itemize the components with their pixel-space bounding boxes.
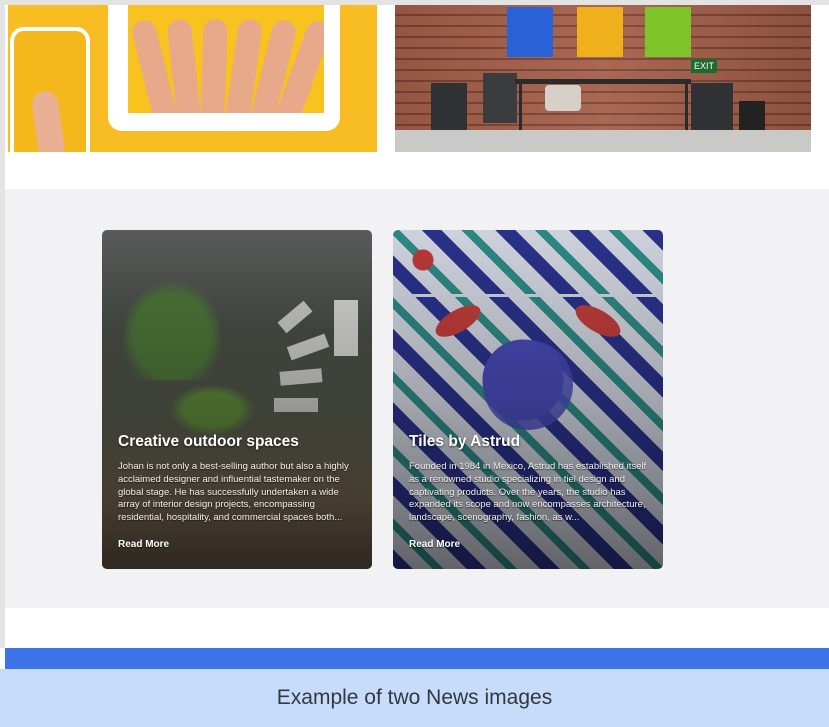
read-more-link[interactable]: Read More	[409, 539, 460, 550]
news-section: Creative outdoor spaces Johan is not onl…	[5, 189, 829, 608]
card-title: Creative outdoor spaces	[118, 433, 299, 450]
card-excerpt: Johan is not only a best-selling author …	[118, 461, 349, 524]
card-excerpt: Founded in 1984 in Mexico, Astrud has es…	[409, 461, 647, 524]
banner-image-office: EXIT	[395, 5, 811, 152]
cabinet-mid	[483, 73, 517, 123]
exit-sign: EXIT	[691, 59, 717, 73]
phone-illustration	[10, 27, 90, 152]
poster-blue	[507, 7, 553, 57]
desk	[515, 79, 691, 84]
page-frame: EXIT Creative outdoor spaces Johan is no…	[0, 0, 829, 648]
floor	[395, 130, 811, 152]
caption-bar: Example of two News images	[0, 669, 829, 727]
poster-yellow	[577, 7, 623, 57]
read-more-link[interactable]: Read More	[118, 539, 169, 550]
banner-image-hands	[8, 5, 377, 152]
news-card[interactable]: Tiles by Astrud Founded in 1984 in Mexic…	[393, 230, 663, 569]
tablet-illustration	[108, 5, 340, 131]
accent-bar	[5, 648, 829, 669]
caption-text: Example of two News images	[276, 686, 553, 709]
card-title: Tiles by Astrud	[409, 433, 521, 450]
poster-green	[645, 7, 691, 57]
chair	[545, 85, 581, 111]
news-card[interactable]: Creative outdoor spaces Johan is not onl…	[102, 230, 372, 569]
